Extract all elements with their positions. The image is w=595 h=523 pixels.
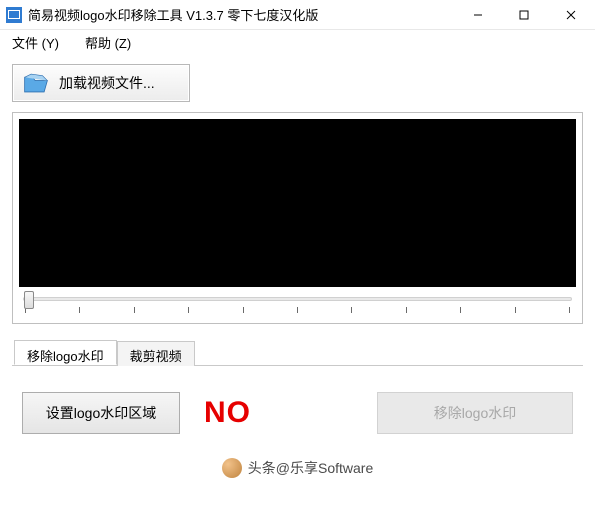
load-video-label: 加载视频文件... bbox=[59, 73, 155, 93]
folder-icon bbox=[23, 72, 49, 94]
status-label: NO bbox=[204, 396, 251, 430]
minimize-button[interactable] bbox=[455, 0, 501, 29]
remove-watermark-label: 移除logo水印 bbox=[434, 403, 516, 423]
tabs: 移除logo水印 裁剪视频 bbox=[12, 340, 583, 366]
footer-attribution: 头条@乐享Software bbox=[12, 458, 583, 478]
maximize-button[interactable] bbox=[501, 0, 547, 29]
video-preview bbox=[19, 119, 576, 287]
window-title: 简易视频logo水印移除工具 V1.3.7 零下七度汉化版 bbox=[28, 5, 455, 24]
set-watermark-region-label: 设置logo水印区域 bbox=[46, 403, 156, 423]
close-button[interactable] bbox=[547, 0, 595, 29]
window-controls bbox=[455, 0, 595, 29]
titlebar: 简易视频logo水印移除工具 V1.3.7 零下七度汉化版 bbox=[0, 0, 595, 30]
load-video-button[interactable]: 加载视频文件... bbox=[12, 64, 190, 102]
menu-help[interactable]: 帮助 (Z) bbox=[79, 31, 137, 54]
tab-panel-remove: 设置logo水印区域 NO 移除logo水印 bbox=[12, 366, 583, 446]
slider-ticks bbox=[23, 307, 572, 313]
slider-thumb[interactable] bbox=[24, 291, 34, 309]
attribution-text: 头条@乐享Software bbox=[248, 458, 373, 478]
app-icon bbox=[6, 7, 22, 23]
remove-watermark-button[interactable]: 移除logo水印 bbox=[377, 392, 573, 434]
tab-remove-watermark[interactable]: 移除logo水印 bbox=[14, 340, 117, 365]
menu-file[interactable]: 文件 (Y) bbox=[6, 31, 65, 54]
menubar: 文件 (Y) 帮助 (Z) bbox=[0, 30, 595, 54]
video-frame bbox=[12, 112, 583, 324]
attribution-avatar-icon bbox=[222, 458, 242, 478]
tab-crop-video[interactable]: 裁剪视频 bbox=[117, 341, 195, 366]
timeline-slider[interactable] bbox=[19, 297, 576, 317]
set-watermark-region-button[interactable]: 设置logo水印区域 bbox=[22, 392, 180, 434]
